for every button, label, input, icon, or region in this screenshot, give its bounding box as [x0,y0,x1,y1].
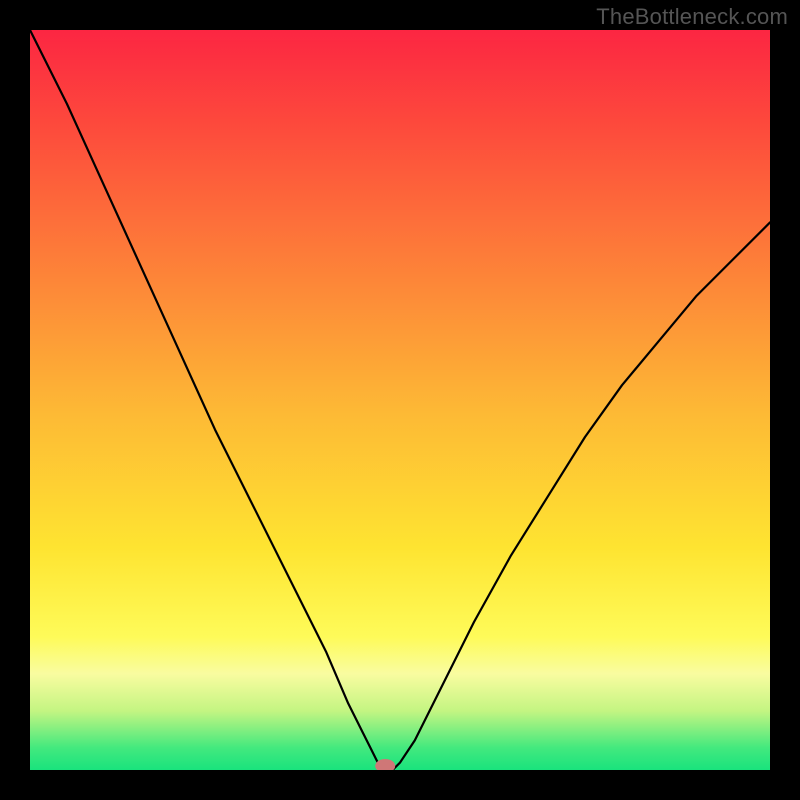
gradient-background [30,30,770,770]
watermark-label: TheBottleneck.com [596,4,788,30]
chart-frame: TheBottleneck.com [0,0,800,800]
plot-svg [30,30,770,770]
plot-area [30,30,770,770]
